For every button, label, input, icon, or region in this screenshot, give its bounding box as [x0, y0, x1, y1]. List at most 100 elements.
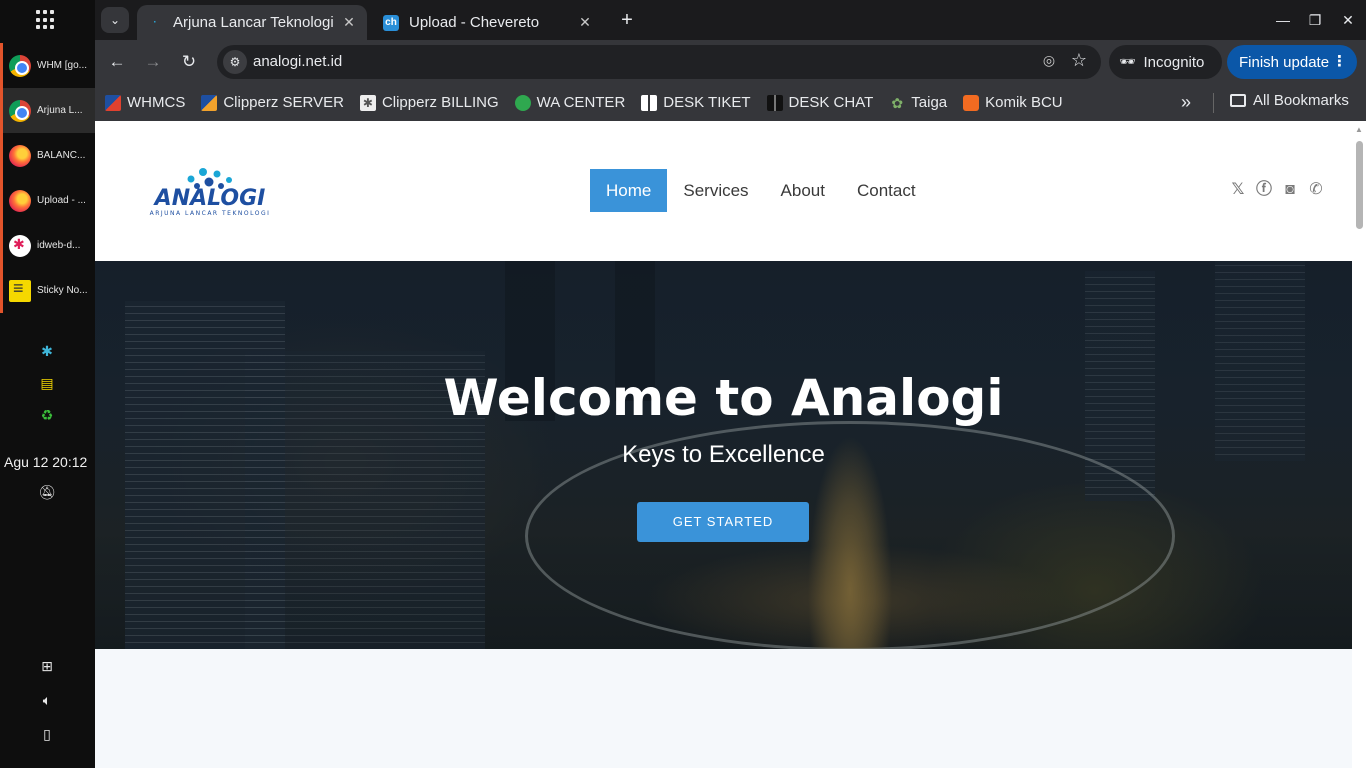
- dock-window-label: WHM [go...: [37, 60, 88, 71]
- app-grid-icon[interactable]: [36, 10, 56, 30]
- recycle-tray-icon[interactable]: ♻: [38, 407, 56, 425]
- bookmark-taiga[interactable]: ✿ Taiga: [889, 94, 947, 111]
- chevereto-favicon-icon: ch: [383, 14, 399, 31]
- analogi-logo[interactable]: ANALOGI ARJUNA LANCAR TEKNOLOGI: [125, 165, 295, 219]
- slack-icon: [9, 234, 31, 257]
- battery-icon[interactable]: ▯: [38, 726, 56, 744]
- hero-section: Welcome to Analogi Keys to Excellence GE…: [95, 261, 1352, 649]
- volume-icon[interactable]: 🔈︎: [38, 692, 56, 710]
- tab-title: Arjuna Lancar Teknologi: [173, 14, 334, 31]
- sticky-notes-icon: [9, 278, 31, 302]
- tab-upload[interactable]: ch Upload - Chevereto ✕: [373, 5, 603, 40]
- close-icon[interactable]: ✕: [577, 14, 593, 31]
- all-bookmarks-button[interactable]: All Bookmarks: [1230, 92, 1349, 109]
- back-button[interactable]: ←: [105, 50, 129, 74]
- incognito-badge[interactable]: 🕶︎ Incognito: [1109, 45, 1222, 79]
- dock-window-label: Arjuna L...: [37, 105, 83, 116]
- x-icon[interactable]: 𝕏: [1229, 181, 1247, 199]
- os-dock: WHM [go... Arjuna L... BALANC... Upload …: [0, 0, 95, 768]
- facebook-icon[interactable]: ⓕ: [1255, 181, 1273, 199]
- page-scrollbar[interactable]: ▲: [1352, 121, 1366, 768]
- finish-update-button[interactable]: Finish update ⋮: [1227, 45, 1357, 79]
- whatsapp-icon: [514, 94, 531, 111]
- bookmark-clipperz-billing[interactable]: ✱ Clipperz BILLING: [359, 94, 499, 111]
- instagram-icon[interactable]: ◙: [1281, 181, 1299, 199]
- all-bookmarks-label: All Bookmarks: [1253, 92, 1349, 109]
- bookmark-whmcs[interactable]: WHMCS: [105, 94, 185, 111]
- get-started-button[interactable]: GET STARTED: [637, 502, 809, 542]
- taiga-icon: ✿: [891, 94, 904, 111]
- site-info-icon[interactable]: ⚙: [223, 50, 247, 74]
- svg-text:ARJUNA LANCAR TEKNOLOGI: ARJUNA LANCAR TEKNOLOGI: [150, 210, 271, 217]
- bookmark-label: DESK TIKET: [663, 94, 751, 111]
- bookmark-label: WHMCS: [127, 94, 186, 111]
- dock-window-label: Upload - ...: [37, 195, 86, 206]
- sticky-notes-tray-icon[interactable]: ▤: [38, 375, 56, 393]
- dock-window-whm[interactable]: WHM [go...: [0, 43, 95, 88]
- address-bar[interactable]: ⚙ analogi.net.id ◎ ☆: [217, 45, 1101, 79]
- incognito-icon: 🕶︎: [1119, 54, 1136, 69]
- web-page: ANALOGI ARJUNA LANCAR TEKNOLOGI Home Ser…: [95, 121, 1352, 768]
- social-links: 𝕏 ⓕ ◙ ✆: [1229, 181, 1325, 199]
- dock-window-upload[interactable]: Upload - ...: [0, 178, 95, 223]
- firefox-icon: [9, 144, 31, 167]
- dock-window-arjuna[interactable]: Arjuna L...: [0, 88, 95, 133]
- bookmark-desk-chat[interactable]: DESK CHAT: [766, 94, 873, 111]
- maximize-icon[interactable]: ❐: [1305, 10, 1325, 30]
- bookmark-komik-bcu[interactable]: Komik BCU: [963, 94, 1063, 111]
- scroll-up-icon[interactable]: ▲: [1355, 125, 1363, 134]
- scrollbar-thumb[interactable]: [1356, 141, 1363, 229]
- tab-title: Upload - Chevereto: [409, 14, 540, 31]
- billing-icon: ✱: [359, 94, 376, 111]
- reload-button[interactable]: ↻: [177, 50, 201, 74]
- bookmark-label: Clipperz SERVER: [223, 94, 344, 111]
- clock[interactable]: Agu 12 20:12: [4, 454, 87, 470]
- whatsapp-icon[interactable]: ✆: [1307, 181, 1325, 199]
- network-icon[interactable]: ⊞: [38, 658, 56, 676]
- chevron-double-right-icon[interactable]: »: [1181, 92, 1191, 113]
- dock-window-sticky[interactable]: Sticky No...: [0, 268, 95, 313]
- main-nav: Home Services About Contact: [590, 169, 932, 212]
- blogger-icon: [963, 94, 980, 111]
- tab-arjuna[interactable]: · Arjuna Lancar Teknologi ✕: [137, 5, 367, 40]
- browser-window: ⌄ · Arjuna Lancar Teknologi ✕ ch Upload …: [95, 0, 1366, 768]
- hero-title: Welcome to Analogi: [443, 369, 1004, 427]
- tab-search-button[interactable]: ⌄: [101, 7, 129, 33]
- chrome-icon: [9, 54, 31, 77]
- content-section: [95, 649, 1352, 768]
- svg-text:ANALOGI: ANALOGI: [153, 186, 266, 211]
- bookmark-clipperz-server[interactable]: Clipperz SERVER: [201, 94, 344, 111]
- dock-window-idweb[interactable]: idweb-d...: [0, 223, 95, 268]
- bookmark-label: Komik BCU: [985, 94, 1063, 111]
- nav-services[interactable]: Services: [667, 169, 764, 212]
- bookmarks-divider: [1213, 93, 1214, 113]
- building-decoration: [1215, 261, 1305, 461]
- eye-off-icon[interactable]: ◎: [1039, 52, 1059, 72]
- tab-strip: ⌄ · Arjuna Lancar Teknologi ✕ ch Upload …: [95, 0, 1366, 40]
- clipperz-icon: [201, 94, 218, 111]
- bookmarks-bar: WHMCS Clipperz SERVER ✱ Clipperz BILLING…: [95, 84, 1366, 121]
- dock-window-balance[interactable]: BALANC...: [0, 133, 95, 178]
- browser-toolbar: ← → ↻ ⚙ analogi.net.id ◎ ☆ 🕶︎ Incognito …: [95, 40, 1366, 84]
- nav-about[interactable]: About: [765, 169, 841, 212]
- more-vert-icon[interactable]: ⋮: [1332, 52, 1347, 70]
- bookmark-star-icon[interactable]: ☆: [1069, 50, 1089, 72]
- bookmark-desk-tiket[interactable]: DESK TIKET: [641, 94, 751, 111]
- window-close-icon[interactable]: ✕: [1338, 10, 1358, 30]
- slack-tray-icon[interactable]: ✱: [38, 343, 56, 361]
- dock-window-label: idweb-d...: [37, 240, 81, 251]
- desk-chat-icon: [766, 94, 783, 111]
- nav-contact[interactable]: Contact: [841, 169, 932, 212]
- bookmark-wa-center[interactable]: WA CENTER: [514, 94, 625, 111]
- minimize-icon[interactable]: —: [1273, 10, 1293, 30]
- close-icon[interactable]: ✕: [341, 14, 357, 31]
- notifications-off-icon[interactable]: 🔕︎: [38, 484, 56, 502]
- folder-icon: [1230, 94, 1246, 107]
- finish-update-label: Finish update: [1239, 53, 1330, 71]
- whmcs-icon: [105, 94, 121, 111]
- url-text[interactable]: analogi.net.id: [253, 53, 342, 70]
- forward-button[interactable]: →: [141, 50, 165, 74]
- new-tab-button[interactable]: +: [615, 8, 639, 32]
- nav-home[interactable]: Home: [590, 169, 668, 212]
- site-header: ANALOGI ARJUNA LANCAR TEKNOLOGI Home Ser…: [95, 121, 1352, 261]
